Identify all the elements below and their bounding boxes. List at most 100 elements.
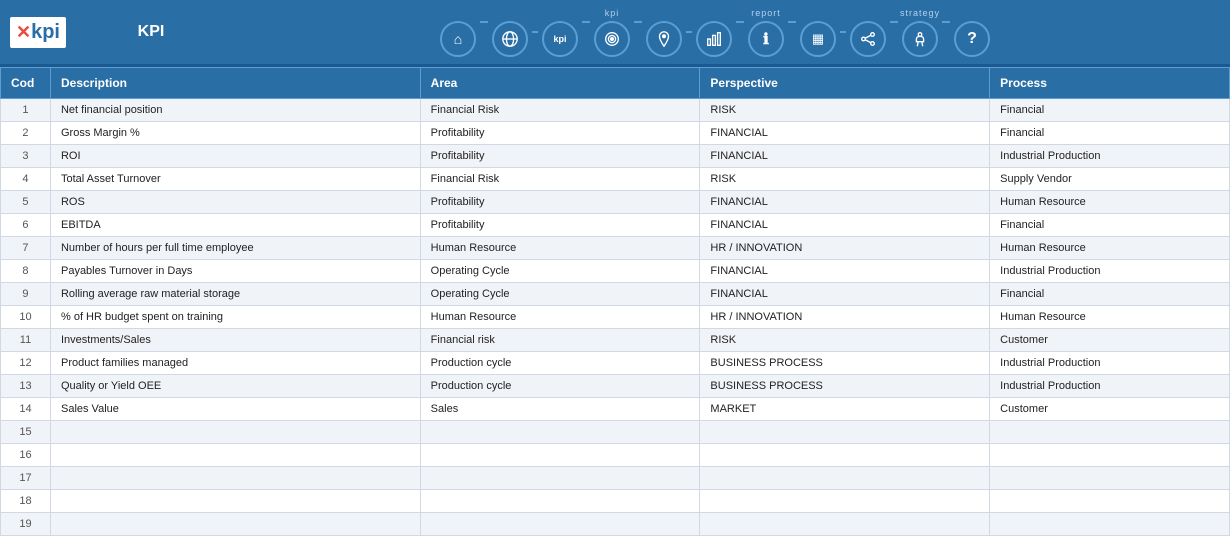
cell-cod: 12 [1, 352, 51, 375]
cell-area: Operating Cycle [420, 260, 700, 283]
table-row: 19 [1, 513, 1230, 536]
cell-cod: 6 [1, 214, 51, 237]
cell-process: Industrial Production [990, 145, 1230, 168]
cell-area [420, 513, 700, 536]
cell-area [420, 421, 700, 444]
cell-description [50, 421, 420, 444]
cell-perspective [700, 467, 990, 490]
table-row: 17 [1, 467, 1230, 490]
location-icon[interactable] [646, 21, 682, 57]
nav-groups: ⌂ kpi kpi [440, 7, 990, 57]
cell-description [50, 513, 420, 536]
table-row: 13Quality or Yield OEEProduction cycleBU… [1, 375, 1230, 398]
cell-cod: 1 [1, 99, 51, 122]
cell-perspective: FINANCIAL [700, 122, 990, 145]
cell-process: Financial [990, 214, 1230, 237]
header: ✕ kpi KPI ⌂ [0, 0, 1230, 64]
cell-process: Human Resource [990, 306, 1230, 329]
table-row: 8Payables Turnover in DaysOperating Cycl… [1, 260, 1230, 283]
cell-description [50, 467, 420, 490]
cell-area: Sales [420, 398, 700, 421]
cell-perspective: BUSINESS PROCESS [700, 375, 990, 398]
cell-area [420, 490, 700, 513]
cell-cod: 5 [1, 191, 51, 214]
table-row: 2Gross Margin %ProfitabilityFINANCIALFin… [1, 122, 1230, 145]
cell-process [990, 490, 1230, 513]
help-icon[interactable]: ? [954, 21, 990, 57]
cell-description: % of HR budget spent on training [50, 306, 420, 329]
cell-cod: 10 [1, 306, 51, 329]
cell-perspective [700, 513, 990, 536]
info-icon[interactable]: ℹ [748, 21, 784, 57]
cell-description: Total Asset Turnover [50, 168, 420, 191]
cell-description: Number of hours per full time employee [50, 237, 420, 260]
cell-process: Industrial Production [990, 375, 1230, 398]
table-row: 9Rolling average raw material storageOpe… [1, 283, 1230, 306]
cell-area: Financial risk [420, 329, 700, 352]
cell-perspective: FINANCIAL [700, 145, 990, 168]
cell-area: Production cycle [420, 375, 700, 398]
table-row: 5ROSProfitabilityFINANCIALHuman Resource [1, 191, 1230, 214]
cell-perspective: RISK [700, 329, 990, 352]
home-icon[interactable]: ⌂ [440, 21, 476, 57]
cell-description: Rolling average raw material storage [50, 283, 420, 306]
cell-process: Financial [990, 99, 1230, 122]
logo-box: ✕ kpi [10, 17, 66, 48]
cell-process: Human Resource [990, 237, 1230, 260]
cell-area: Financial Risk [420, 168, 700, 191]
table-row: 7Number of hours per full time employee H… [1, 237, 1230, 260]
cell-cod: 19 [1, 513, 51, 536]
cell-area: Operating Cycle [420, 283, 700, 306]
nav-group-home: ⌂ [440, 7, 528, 57]
cell-area: Financial Risk [420, 99, 700, 122]
nav-group-strategy-label: strategy [900, 8, 940, 18]
col-header-process: Process [990, 68, 1230, 99]
cell-description: Product families managed [50, 352, 420, 375]
cell-area [420, 444, 700, 467]
share-icon[interactable] [850, 21, 886, 57]
cell-cod: 13 [1, 375, 51, 398]
cell-cod: 4 [1, 168, 51, 191]
nav-area: ⌂ kpi kpi [210, 7, 1220, 57]
nav-group-strategy: strategy [850, 8, 990, 57]
cell-process [990, 444, 1230, 467]
table-row: 10% of HR budget spent on training Human … [1, 306, 1230, 329]
cell-perspective: RISK [700, 99, 990, 122]
cell-process: Supply Vendor [990, 168, 1230, 191]
cell-perspective: FINANCIAL [700, 260, 990, 283]
cell-process [990, 513, 1230, 536]
target-icon[interactable] [594, 21, 630, 57]
cell-process [990, 467, 1230, 490]
chart-icon[interactable] [696, 21, 732, 57]
nav-group-kpi: kpi kpi [542, 8, 682, 57]
table-row: 11Investments/SalesFinancial riskRISKCus… [1, 329, 1230, 352]
cell-cod: 8 [1, 260, 51, 283]
table-row: 6EBITDAProfitabilityFINANCIALFinancial [1, 214, 1230, 237]
kpi-icon[interactable]: kpi [542, 21, 578, 57]
cell-process: Customer [990, 329, 1230, 352]
table-row: 1Net financial positionFinancial RiskRIS… [1, 99, 1230, 122]
cell-perspective: HR / INNOVATION [700, 237, 990, 260]
cell-cod: 7 [1, 237, 51, 260]
cell-description [50, 490, 420, 513]
nav-group-report: report ℹ ▦ [696, 8, 836, 57]
cell-description: Gross Margin % [50, 122, 420, 145]
cell-description [50, 444, 420, 467]
nav-group-kpi-label: kpi [605, 8, 620, 18]
col-header-description: Description [50, 68, 420, 99]
cell-perspective [700, 421, 990, 444]
network-icon[interactable] [492, 21, 528, 57]
figure-icon[interactable] [902, 21, 938, 57]
calendar-icon[interactable]: ▦ [800, 21, 836, 57]
cell-area: Production cycle [420, 352, 700, 375]
cell-description: Payables Turnover in Days [50, 260, 420, 283]
cell-cod: 17 [1, 467, 51, 490]
logo-x-icon: ✕ [16, 22, 31, 43]
cell-perspective: RISK [700, 168, 990, 191]
col-header-cod: Cod [1, 68, 51, 99]
table-container: Cod Description Area Perspective Process… [0, 67, 1230, 536]
table-row: 16 [1, 444, 1230, 467]
cell-process: Human Resource [990, 191, 1230, 214]
cell-perspective: FINANCIAL [700, 191, 990, 214]
cell-process: Industrial Production [990, 260, 1230, 283]
